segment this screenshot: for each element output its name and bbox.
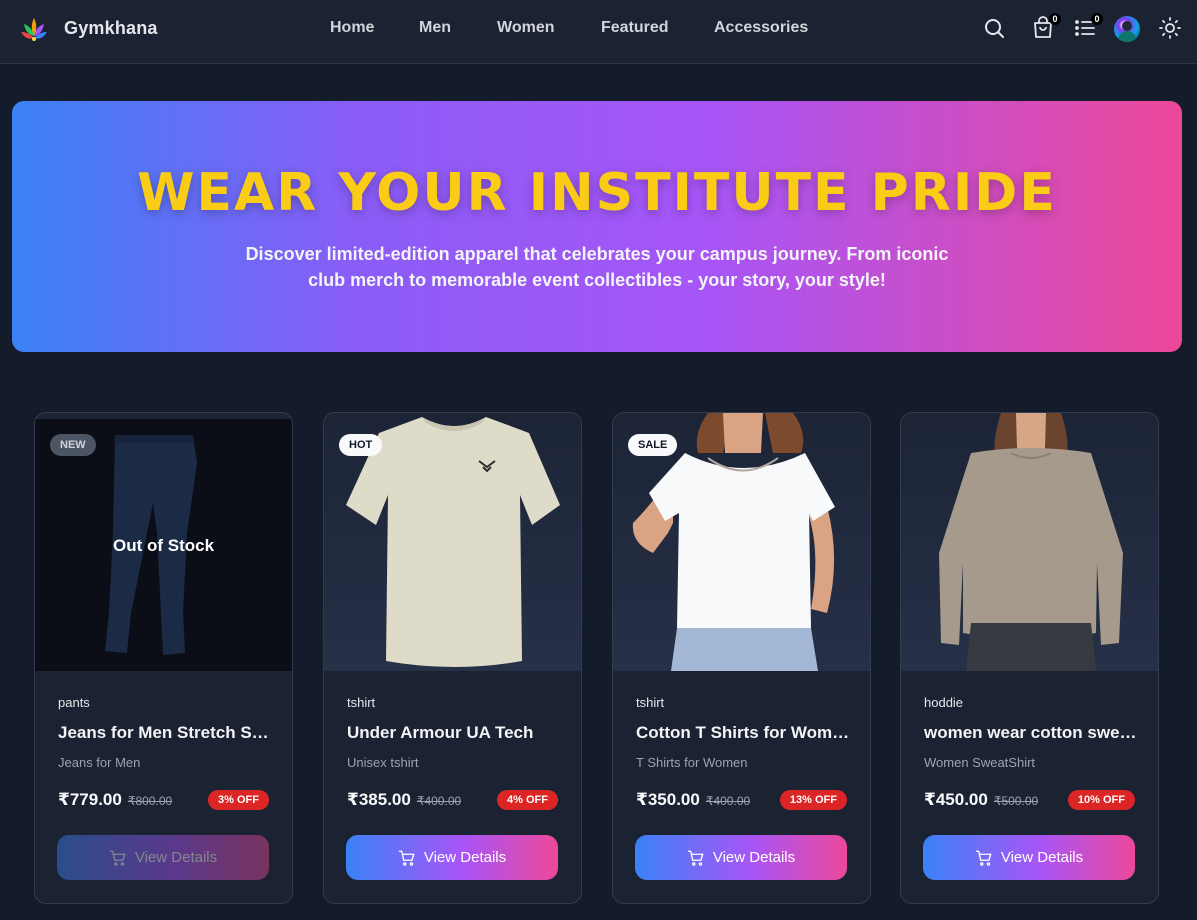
product-name[interactable]: Under Armour UA Tech [347,723,561,743]
user-avatar[interactable] [1114,16,1140,42]
product-tag-badge: SALE [628,434,678,456]
original-price: ₹800.00 [127,794,173,808]
discount-badge: 4% OFF [497,790,558,810]
view-details-button[interactable]: View Details [635,835,847,880]
product-description: Unisex tshirt [347,755,419,770]
product-category: pants [58,695,90,710]
top-navbar: Gymkhana Home Men Women Featured Accesso… [0,0,1197,64]
product-description: Women SweatShirt [924,755,1036,770]
nav-link-home[interactable]: Home [330,19,374,37]
original-price: ₹400.00 [705,794,751,808]
product-price: ₹450.00 ₹500.00 [924,790,1038,810]
product-name[interactable]: Cotton T Shirts for Women [636,723,850,743]
original-price: ₹500.00 [993,794,1039,808]
discount-badge: 3% OFF [208,790,269,810]
sun-theme-toggle-icon[interactable] [1158,16,1182,42]
order-list-icon[interactable]: 0 [1073,13,1103,42]
cart-icon [975,850,992,866]
product-tag-badge: NEW [50,434,96,456]
product-image[interactable]: HOT [324,413,581,671]
view-details-label: View Details [423,849,507,866]
view-details-label: View Details [712,849,796,866]
product-price: ₹385.00 ₹400.00 [347,790,461,810]
current-price: ₹385.00 [347,790,411,809]
view-details-label: View Details [134,849,218,866]
brand-name[interactable]: Gymkhana [64,18,158,39]
hero-subtitle: Discover limited-edition apparel that ce… [245,244,949,290]
product-image[interactable]: SALE [613,413,870,671]
shopping-bag-icon[interactable]: 0 [1031,13,1061,42]
product-card[interactable]: HOT tshirt Under Armour UA Tech Unisex t… [323,412,582,904]
cart-icon [398,850,415,866]
view-details-button[interactable]: View Details [923,835,1135,880]
view-details-button[interactable]: View Details [346,835,558,880]
nav-link-accessories[interactable]: Accessories [714,19,808,37]
product-tag-badge: HOT [339,434,383,456]
cart-count-badge: 0 [1049,13,1061,25]
cart-icon [109,850,126,866]
nav-link-men[interactable]: Men [419,19,451,37]
hero-title: WEAR YOUR INSTITUTE PRIDE [137,163,1057,223]
list-count-badge: 0 [1091,13,1103,25]
nav-link-women[interactable]: Women [497,19,554,37]
gymkhana-logo-icon[interactable] [18,14,50,46]
view-details-button[interactable]: View Details [57,835,269,880]
nav-link-featured[interactable]: Featured [601,19,669,37]
current-price: ₹350.00 [636,790,700,809]
product-name[interactable]: Jeans for Men Stretch Slim Fit [58,723,272,743]
out-of-stock-label: Out of Stock [112,536,215,555]
product-price: ₹350.00 ₹400.00 [636,790,750,810]
product-description: Jeans for Men [58,755,141,770]
product-image[interactable] [901,413,1158,671]
original-price: ₹400.00 [416,794,462,808]
product-category: tshirt [347,695,376,710]
product-price: ₹779.00 ₹800.00 [58,790,172,810]
discount-badge: 10% OFF [1067,790,1135,810]
current-price: ₹450.00 [924,790,988,809]
product-category: tshirt [636,695,665,710]
product-name[interactable]: women wear cotton sweatshirt [924,723,1138,743]
product-card[interactable]: hoddie women wear cotton sweatshirt Wome… [900,412,1159,904]
product-category: hoddie [924,695,964,710]
product-card[interactable]: SALE tshirt Cotton T Shirts for Women T … [612,412,871,904]
product-card[interactable]: Out of Stock NEW pants Jeans for Men Str… [34,412,293,904]
product-image[interactable]: Out of Stock NEW [35,413,292,671]
discount-badge: 13% OFF [779,790,847,810]
hero-banner: WEAR YOUR INSTITUTE PRIDE Discover limit… [12,101,1182,352]
view-details-label: View Details [1000,849,1084,866]
product-description: T Shirts for Women [636,755,748,770]
current-price: ₹779.00 [58,790,122,809]
search-icon[interactable] [982,16,1006,42]
cart-icon [687,850,704,866]
